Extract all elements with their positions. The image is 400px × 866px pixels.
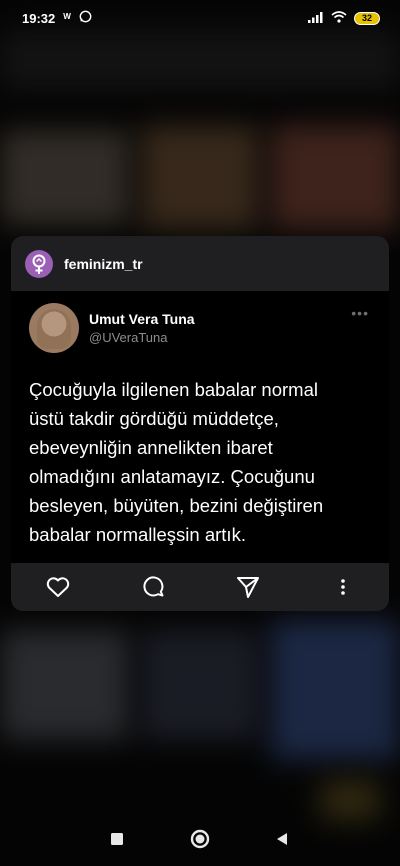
status-bar: 19:32 ᵂ 32 bbox=[0, 0, 400, 36]
recents-square-icon[interactable] bbox=[106, 828, 128, 850]
tweet-author-name[interactable]: Umut Vera Tuna bbox=[89, 311, 195, 327]
comment-icon[interactable] bbox=[142, 575, 166, 599]
status-time: 19:32 bbox=[22, 10, 56, 26]
signal-icon bbox=[308, 11, 324, 26]
whatsapp-icon bbox=[79, 10, 92, 26]
tweet-author-avatar[interactable] bbox=[29, 303, 79, 353]
tweet-author-handle[interactable]: @UVeraTuna bbox=[89, 330, 195, 345]
account-avatar[interactable] bbox=[25, 249, 53, 278]
post-actions-bar bbox=[11, 563, 389, 611]
female-symbol-icon bbox=[32, 254, 46, 274]
system-navigation-bar bbox=[0, 816, 400, 866]
account-name[interactable]: feminizm_tr bbox=[64, 256, 143, 272]
battery-indicator: 32 bbox=[354, 11, 380, 25]
tweet-body: Umut Vera Tuna @UVeraTuna ••• Çocuğuyla … bbox=[11, 291, 389, 549]
post-header: feminizm_tr bbox=[11, 236, 389, 291]
shared-post-card[interactable]: feminizm_tr Umut Vera Tuna @UVeraTuna ••… bbox=[11, 236, 389, 611]
heart-icon[interactable] bbox=[46, 575, 70, 599]
wifi-icon bbox=[331, 10, 347, 26]
share-icon[interactable] bbox=[236, 575, 260, 599]
more-icon[interactable] bbox=[331, 575, 355, 599]
notification-app-icon: ᵂ bbox=[63, 11, 71, 25]
back-triangle-icon[interactable] bbox=[271, 828, 293, 850]
home-circle-icon[interactable] bbox=[189, 828, 211, 850]
tweet-text: Çocuğuyla ilgilenen babalar normal üstü … bbox=[29, 379, 324, 545]
tweet-more-icon[interactable]: ••• bbox=[351, 305, 369, 321]
